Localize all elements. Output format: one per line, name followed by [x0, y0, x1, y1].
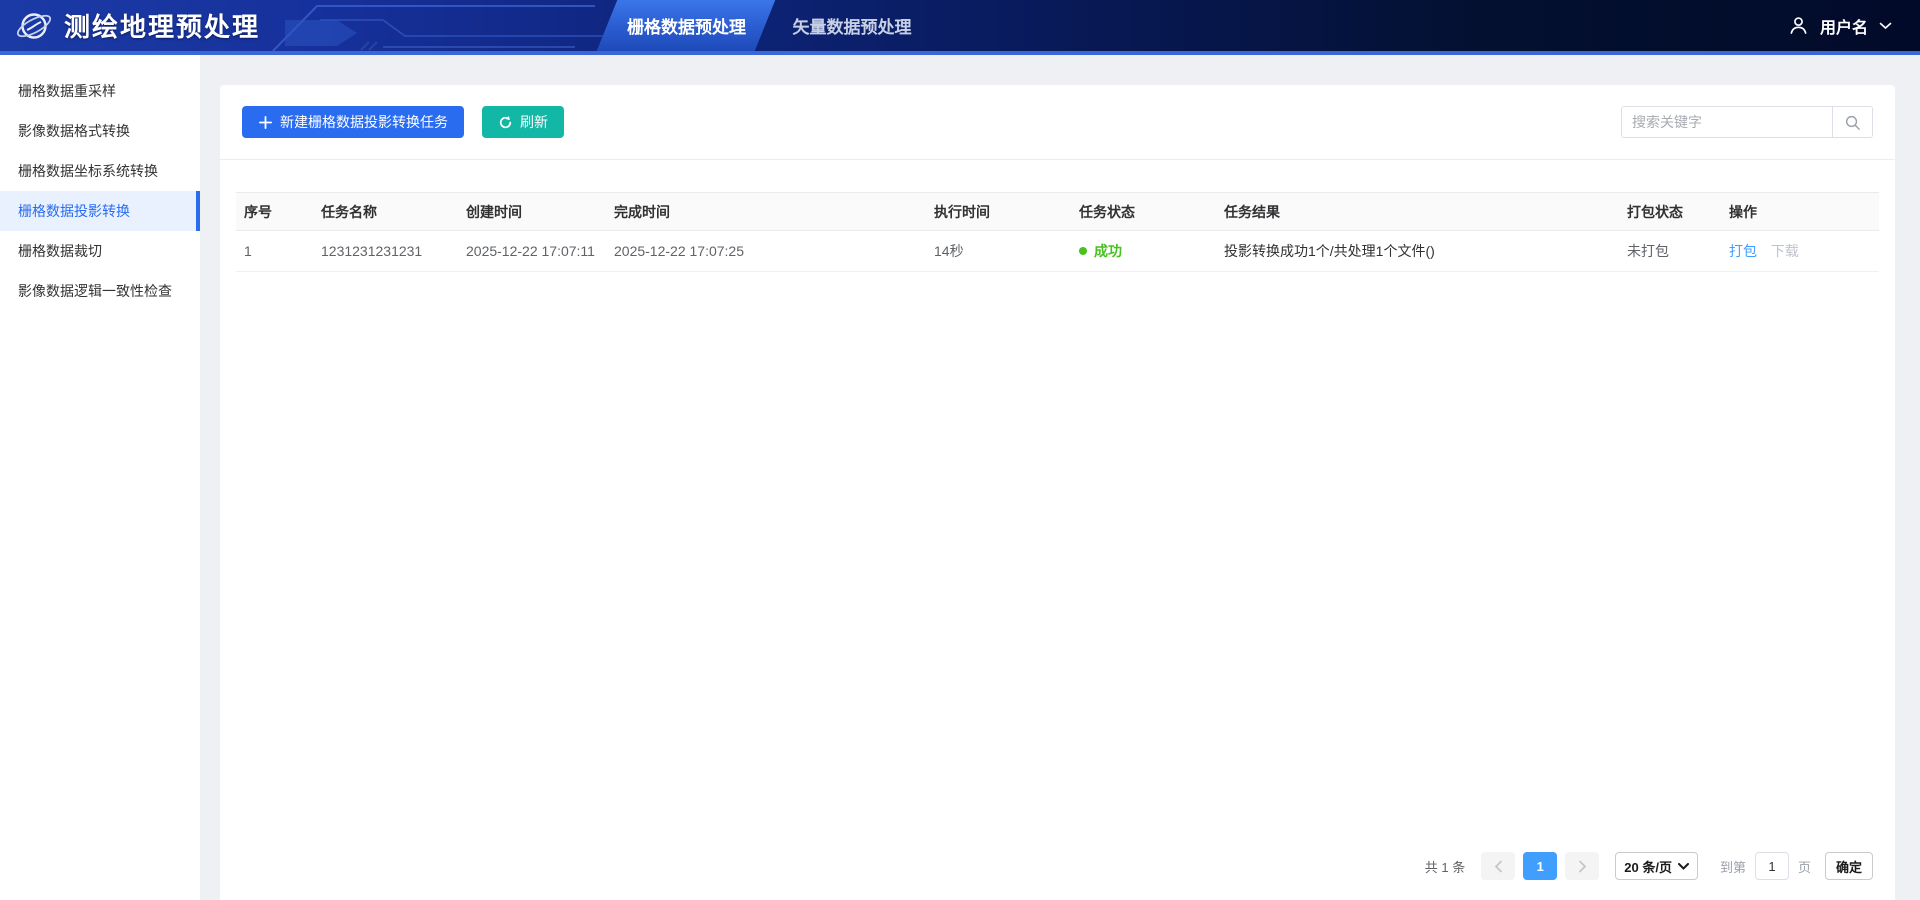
next-page-button[interactable] — [1565, 852, 1599, 880]
sidebar-item-logic-consistency-check[interactable]: 影像数据逻辑一致性检查 — [0, 271, 200, 311]
chevron-left-icon — [1494, 860, 1503, 873]
cell-package-status: 未打包 — [1619, 231, 1721, 272]
cell-task-name: 1231231231231 — [313, 231, 458, 272]
main-layout: 栅格数据重采样 影像数据格式转换 栅格数据坐标系统转换 栅格数据投影转换 栅格数… — [0, 55, 1920, 900]
app-header: 测绘地理预处理 栅格数据预处理 矢量数据预处理 用户名 — [0, 0, 1920, 55]
col-task-result: 任务结果 — [1216, 193, 1619, 231]
cell-task-status: 成功 — [1071, 231, 1216, 272]
content-area: 新建栅格数据投影转换任务 刷新 — [200, 55, 1920, 900]
col-task-status: 任务状态 — [1071, 193, 1216, 231]
package-link[interactable]: 打包 — [1729, 243, 1757, 259]
toolbar: 新建栅格数据投影转换任务 刷新 — [220, 85, 1895, 160]
prev-page-button[interactable] — [1481, 852, 1515, 880]
status-dot-icon — [1079, 247, 1087, 255]
col-exec-time: 执行时间 — [926, 193, 1071, 231]
download-link[interactable]: 下载 — [1771, 243, 1799, 259]
search-icon — [1844, 114, 1861, 131]
sidebar-item-raster-projection-convert[interactable]: 栅格数据投影转换 — [0, 191, 200, 231]
page-size-select[interactable]: 20 条/页 — [1615, 852, 1698, 880]
chevron-down-icon — [1879, 22, 1892, 30]
sidebar-item-image-format-convert[interactable]: 影像数据格式转换 — [0, 111, 200, 151]
plus-icon — [258, 115, 273, 130]
col-index: 序号 — [236, 193, 313, 231]
cell-created-time: 2025-12-22 17:07:11 — [458, 231, 606, 272]
search-box — [1621, 106, 1873, 138]
chevron-down-icon — [1678, 863, 1689, 870]
cell-index: 1 — [236, 231, 313, 272]
goto-page-input[interactable] — [1755, 852, 1789, 880]
search-input[interactable] — [1622, 107, 1832, 137]
refresh-icon — [498, 115, 513, 130]
sidebar-item-raster-coordsys-convert[interactable]: 栅格数据坐标系统转换 — [0, 151, 200, 191]
status-badge: 成功 — [1079, 241, 1122, 261]
cell-actions: 打包 下载 — [1721, 231, 1879, 272]
sidebar: 栅格数据重采样 影像数据格式转换 栅格数据坐标系统转换 栅格数据投影转换 栅格数… — [0, 55, 200, 900]
user-icon — [1788, 15, 1809, 36]
user-menu[interactable]: 用户名 — [1788, 0, 1892, 51]
pagination-total: 共 1 条 — [1425, 857, 1465, 876]
task-panel: 新建栅格数据投影转换任务 刷新 — [220, 85, 1895, 900]
goto-prefix-label: 到第 — [1720, 857, 1746, 876]
task-table-wrapper: 序号 任务名称 创建时间 完成时间 执行时间 任务状态 任务结果 打包状态 操作 — [236, 192, 1879, 272]
col-actions: 操作 — [1721, 193, 1879, 231]
col-created-time: 创建时间 — [458, 193, 606, 231]
chevron-right-icon — [1578, 860, 1587, 873]
toolbar-buttons: 新建栅格数据投影转换任务 刷新 — [242, 106, 564, 138]
cell-task-result: 投影转换成功1个/共处理1个文件() — [1216, 231, 1619, 272]
tab-raster-preprocessing[interactable]: 栅格数据预处理 — [597, 0, 776, 51]
tab-vector-preprocessing[interactable]: 矢量数据预处理 — [772, 0, 932, 51]
col-finished-time: 完成时间 — [606, 193, 926, 231]
user-name: 用户名 — [1820, 14, 1868, 38]
brand: 测绘地理预处理 — [14, 0, 260, 51]
new-task-button[interactable]: 新建栅格数据投影转换任务 — [242, 106, 464, 138]
refresh-button[interactable]: 刷新 — [482, 106, 564, 138]
goto-suffix-label: 页 — [1798, 857, 1811, 876]
goto-confirm-button[interactable]: 确定 — [1825, 852, 1873, 880]
task-table: 序号 任务名称 创建时间 完成时间 执行时间 任务状态 任务结果 打包状态 操作 — [236, 192, 1879, 272]
sidebar-item-raster-resample[interactable]: 栅格数据重采样 — [0, 71, 200, 111]
sidebar-item-raster-clip[interactable]: 栅格数据裁切 — [0, 231, 200, 271]
goto-page-group: 到第 页 — [1720, 852, 1811, 880]
search-button[interactable] — [1832, 107, 1872, 137]
table-row: 1 1231231231231 2025-12-22 17:07:11 2025… — [236, 231, 1879, 272]
cell-exec-time: 14秒 — [926, 231, 1071, 272]
col-task-name: 任务名称 — [313, 193, 458, 231]
page-number-button[interactable]: 1 — [1523, 852, 1557, 880]
nav-tabs: 栅格数据预处理 矢量数据预处理 — [0, 0, 1920, 51]
table-header-row: 序号 任务名称 创建时间 完成时间 执行时间 任务状态 任务结果 打包状态 操作 — [236, 193, 1879, 231]
pagination: 共 1 条 1 20 条/页 — [1425, 852, 1873, 880]
app-logo-icon — [14, 6, 54, 46]
col-package-status: 打包状态 — [1619, 193, 1721, 231]
cell-finished-time: 2025-12-22 17:07:25 — [606, 231, 926, 272]
app-title: 测绘地理预处理 — [64, 7, 260, 44]
